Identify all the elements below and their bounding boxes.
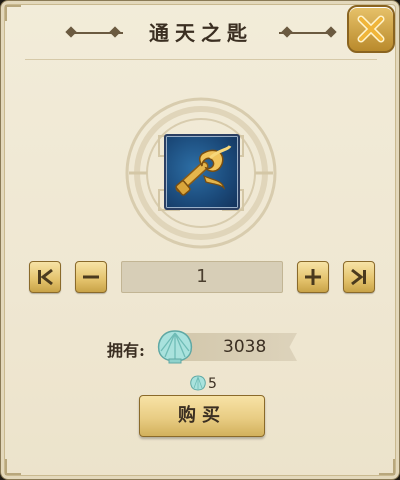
golden-key-icon — [175, 145, 232, 196]
shell-currency-icon — [190, 375, 206, 391]
price-amount: 5 — [208, 376, 217, 392]
title-ornament-line — [279, 32, 331, 34]
title-divider — [25, 59, 377, 60]
quantity-last-button[interactable] — [343, 261, 375, 293]
frame-corner — [379, 459, 395, 475]
quantity-minus-button[interactable] — [75, 261, 107, 293]
item-slot[interactable] — [164, 134, 240, 210]
title-row: 通天之匙 — [1, 15, 399, 51]
quantity-first-button[interactable] — [29, 261, 61, 293]
shell-currency-icon — [157, 330, 193, 364]
purchase-dialog: 通天之匙 1 拥有: 3038 5 购买 — [0, 0, 400, 480]
owned-amount: 3038 — [223, 337, 267, 357]
owned-label: 拥有: — [107, 341, 145, 360]
dialog-title: 通天之匙 — [149, 21, 253, 45]
plus-icon — [305, 269, 321, 285]
quantity-plus-button[interactable] — [297, 261, 329, 293]
frame-corner — [5, 459, 21, 475]
quantity-field[interactable]: 1 — [121, 261, 283, 293]
skip-to-last-icon — [351, 268, 366, 286]
buy-button[interactable]: 购买 — [139, 395, 265, 437]
close-x-icon — [357, 15, 385, 43]
close-button[interactable] — [347, 5, 395, 53]
minus-icon — [83, 275, 99, 279]
skip-to-first-icon — [38, 268, 53, 286]
